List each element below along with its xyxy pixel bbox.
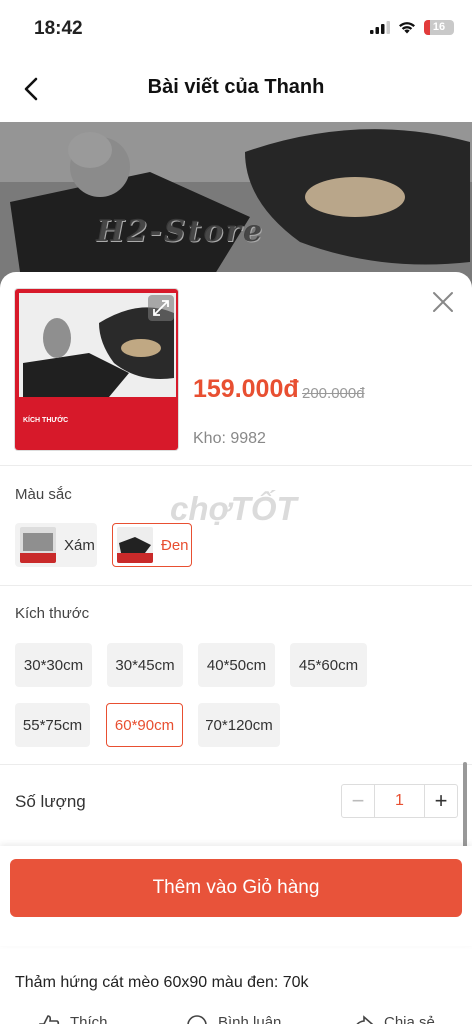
size-label: Kích thước <box>15 605 90 622</box>
quantity-stepper[interactable]: − 1 + <box>341 784 458 818</box>
status-icons: 16 <box>370 20 454 35</box>
size-option-70x120[interactable]: 70*120cm <box>198 703 280 747</box>
size-option-45x60[interactable]: 45*60cm <box>290 643 367 687</box>
decrease-button[interactable]: − <box>342 785 374 817</box>
share-icon <box>356 1015 374 1024</box>
chotot-watermark: chợTỐT <box>170 490 297 527</box>
black-swatch-icon <box>117 527 153 563</box>
status-bar: 18:42 16 <box>0 0 472 56</box>
thumb-size-label: KÍCH THƯỚC <box>23 417 69 424</box>
size-option-60x90[interactable]: 60*90cm <box>106 703 183 747</box>
signal-icon <box>370 21 390 34</box>
color-option-label: Đen <box>161 536 189 554</box>
hero-photo <box>0 122 472 297</box>
add-to-cart-button[interactable]: Thêm vào Giỏ hàng <box>10 859 462 917</box>
original-price: 200.000đ <box>302 385 365 402</box>
status-time: 18:42 <box>34 18 83 39</box>
divider <box>0 585 472 586</box>
like-button[interactable]: Thích <box>38 1014 108 1024</box>
color-option-label: Xám <box>64 536 95 554</box>
cart-bar: Thêm vào Giỏ hàng <box>0 846 472 946</box>
comment-icon <box>187 1015 207 1024</box>
color-option-black[interactable]: Đen <box>112 523 192 567</box>
color-label: Màu sắc <box>15 486 72 503</box>
hero-image: H2-Store <box>0 122 472 297</box>
variant-sheet: KÍCH THƯỚC 159.000đ 200.000đ Kho: 9982 M… <box>0 272 472 1024</box>
close-icon[interactable] <box>431 290 455 314</box>
quantity-label: Số lượng <box>15 792 86 811</box>
wifi-icon <box>399 22 415 34</box>
color-option-gray[interactable]: Xám <box>15 523 97 567</box>
page-title: Bài viết của Thanh <box>147 76 325 98</box>
like-icon <box>39 1015 60 1024</box>
share-button[interactable]: Chia sẻ <box>352 1014 435 1024</box>
gray-swatch-icon <box>20 527 56 563</box>
divider <box>0 764 472 765</box>
product-thumbnail[interactable]: KÍCH THƯỚC <box>14 288 179 451</box>
product-price: 159.000đ <box>193 375 299 403</box>
nav-bar: Bài viết của Thanh <box>0 56 472 122</box>
hero-watermark: H2-Store <box>96 214 265 249</box>
size-option-30x30[interactable]: 30*30cm <box>15 643 92 687</box>
divider <box>0 465 472 466</box>
post-actions: Thích Bình luận Chia sẻ <box>0 1014 472 1024</box>
increase-button[interactable]: + <box>425 785 457 817</box>
quantity-value[interactable]: 1 <box>374 785 425 817</box>
size-option-30x45[interactable]: 30*45cm <box>107 643 183 687</box>
battery-icon: 16 <box>424 20 454 35</box>
size-option-40x50[interactable]: 40*50cm <box>198 643 275 687</box>
stock-count: Kho: 9982 <box>193 430 266 447</box>
zoom-icon[interactable] <box>148 295 174 321</box>
size-option-55x75[interactable]: 55*75cm <box>15 703 90 747</box>
comment-button[interactable]: Bình luận <box>186 1014 281 1024</box>
post-text: Thảm hứng cát mèo 60x90 màu đen: 70k <box>15 974 309 991</box>
